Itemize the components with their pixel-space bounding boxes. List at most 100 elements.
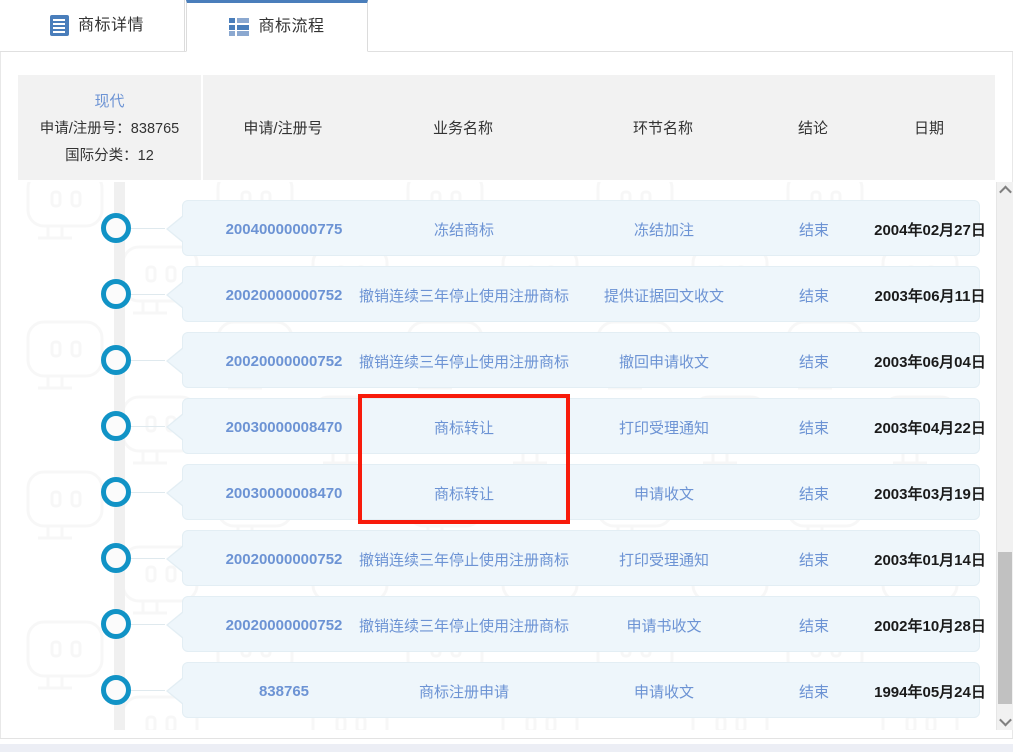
timeline-connector bbox=[131, 558, 165, 559]
timeline-connector bbox=[131, 492, 165, 493]
cell-application-number[interactable]: 20040000000775 bbox=[204, 201, 364, 257]
timeline-node-circle[interactable] bbox=[101, 477, 131, 507]
table-row[interactable]: 838765 商标注册申请 申请收文 结束 1994年05月24日 bbox=[166, 662, 986, 719]
cell-step-name[interactable]: 撤回申请收文 bbox=[564, 333, 764, 389]
cell-step-name[interactable]: 打印受理通知 bbox=[564, 531, 764, 587]
cell-application-number[interactable]: 20030000008470 bbox=[204, 399, 364, 455]
cell-result: 结束 bbox=[798, 683, 829, 701]
cell-business-name[interactable]: 撤销连续三年停止使用注册商标 bbox=[359, 267, 569, 323]
process-timeline-area: 20040000000775 冻结商标 冻结加注 结束 2004年02月27日 20020… bbox=[18, 182, 995, 730]
tab-trademark-detail[interactable]: 商标详情 bbox=[10, 0, 185, 52]
international-class-line: 国际分类：12 bbox=[65, 148, 154, 164]
timeline-connector bbox=[131, 690, 165, 691]
timeline-node-circle[interactable] bbox=[101, 411, 131, 441]
timeline-node-circle[interactable] bbox=[101, 543, 131, 573]
trademark-info-card: 现代 申请/注册号：838765 国际分类：12 bbox=[18, 75, 201, 180]
cell-business-name[interactable]: 商标转让 bbox=[364, 399, 564, 455]
column-header-result: 结论 bbox=[797, 120, 828, 137]
column-header-date: 日期 bbox=[913, 120, 944, 137]
process-row-list: 20040000000775 冻结商标 冻结加注 结束 2004年02月27日 20020… bbox=[18, 182, 986, 730]
cell-business-name[interactable]: 撤销连续三年停止使用注册商标 bbox=[359, 333, 569, 389]
timeline-node-circle[interactable] bbox=[101, 213, 131, 243]
trademark-name: 现代 bbox=[94, 93, 125, 110]
timeline-connector bbox=[131, 360, 165, 361]
cell-business-name[interactable]: 撤销连续三年停止使用注册商标 bbox=[359, 531, 569, 587]
cell-step-name[interactable]: 冻结加注 bbox=[564, 201, 764, 257]
panel-left-edge bbox=[0, 52, 1, 738]
table-row[interactable]: 20020000000752 撤销连续三年停止使用注册商标 打印受理通知 结束 2003… bbox=[166, 530, 986, 587]
bubble-pointer-fill bbox=[168, 480, 184, 506]
bubble-pointer-fill bbox=[168, 612, 184, 638]
cell-application-number[interactable]: 20030000008470 bbox=[204, 465, 364, 521]
document-detail-icon bbox=[49, 15, 69, 36]
cell-result: 结束 bbox=[798, 221, 829, 239]
table-row[interactable]: 20020000000752 撤销连续三年停止使用注册商标 申请书收文 结束 2002年… bbox=[166, 596, 986, 653]
table-row[interactable]: 20030000008470 商标转让 申请收文 结束 2003年03月19日 bbox=[166, 464, 986, 521]
timeline-node-circle[interactable] bbox=[101, 279, 131, 309]
cell-result: 结束 bbox=[798, 551, 829, 569]
column-headers: 申请/注册号 业务名称 环节名称 结论 日期 bbox=[203, 75, 995, 180]
table-header-strip: 现代 申请/注册号：838765 国际分类：12 申请/注册号 业务名称 环节名… bbox=[18, 75, 995, 180]
cell-result: 结束 bbox=[798, 419, 829, 437]
cell-step-name[interactable]: 申请收文 bbox=[564, 663, 764, 719]
cell-business-name[interactable]: 商标注册申请 bbox=[364, 663, 564, 719]
scrollbar-thumb[interactable] bbox=[998, 552, 1012, 704]
timeline-node-circle[interactable] bbox=[101, 345, 131, 375]
table-row[interactable]: 20020000000752 撤销连续三年停止使用注册商标 撤回申请收文 结束 2003… bbox=[166, 332, 986, 389]
bubble-pointer-fill bbox=[168, 348, 184, 374]
cell-business-name[interactable]: 冻结商标 bbox=[364, 201, 564, 257]
tab-trademark-detail-label: 商标详情 bbox=[77, 16, 144, 34]
bubble-pointer-fill bbox=[168, 282, 184, 308]
cell-business-name[interactable]: 商标转让 bbox=[364, 465, 564, 521]
timeline-node-circle[interactable] bbox=[101, 609, 131, 639]
bubble-pointer-fill bbox=[168, 678, 184, 704]
bubble-pointer-fill bbox=[168, 216, 184, 242]
cell-application-number[interactable]: 20020000000752 bbox=[204, 531, 364, 587]
tab-bar: 商标详情 商标流程 bbox=[0, 0, 1013, 52]
cell-result: 结束 bbox=[798, 353, 829, 371]
timeline-connector bbox=[131, 426, 165, 427]
cell-application-number[interactable]: 838765 bbox=[204, 663, 364, 719]
cell-application-number[interactable]: 20020000000752 bbox=[204, 333, 364, 389]
column-header-step: 环节名称 bbox=[632, 120, 693, 137]
cell-result: 结束 bbox=[798, 617, 829, 635]
cell-result: 结束 bbox=[798, 485, 829, 503]
cell-date: 2002年10月28日 bbox=[874, 617, 986, 635]
cell-date: 2003年06月04日 bbox=[874, 353, 986, 371]
table-row[interactable]: 20040000000775 冻结商标 冻结加注 结束 2004年02月27日 bbox=[166, 200, 986, 257]
bubble-pointer-fill bbox=[168, 414, 184, 440]
cell-application-number[interactable]: 20020000000752 bbox=[204, 597, 364, 653]
table-row[interactable]: 20030000008470 商标转让 打印受理通知 结束 2003年04月22日 bbox=[166, 398, 986, 455]
cell-date: 2003年04月22日 bbox=[874, 419, 986, 437]
column-header-business: 业务名称 bbox=[432, 120, 493, 137]
timeline-node-circle[interactable] bbox=[101, 675, 131, 705]
timeline-connector bbox=[131, 228, 165, 229]
application-number-line: 申请/注册号：838765 bbox=[39, 121, 180, 137]
timeline-connector bbox=[131, 624, 165, 625]
cell-step-name[interactable]: 申请收文 bbox=[564, 465, 764, 521]
tab-trademark-process[interactable]: 商标流程 bbox=[186, 0, 368, 52]
scroll-up-arrow[interactable] bbox=[997, 182, 1013, 199]
cell-step-name[interactable]: 打印受理通知 bbox=[564, 399, 764, 455]
process-list-icon bbox=[229, 18, 250, 36]
timeline-connector bbox=[131, 294, 165, 295]
bottom-band bbox=[0, 744, 1013, 752]
cell-date: 2004年02月27日 bbox=[874, 221, 986, 239]
vertical-scrollbar[interactable] bbox=[996, 182, 1013, 730]
cell-date: 2003年03月19日 bbox=[874, 485, 986, 503]
chevron-up-icon bbox=[998, 185, 1012, 199]
cell-business-name[interactable]: 撤销连续三年停止使用注册商标 bbox=[359, 597, 569, 653]
bubble-pointer-fill bbox=[168, 546, 184, 572]
cell-result: 结束 bbox=[798, 287, 829, 305]
cell-date: 2003年01月14日 bbox=[874, 551, 986, 569]
cell-application-number[interactable]: 20020000000752 bbox=[204, 267, 364, 323]
chevron-down-icon bbox=[998, 713, 1012, 727]
table-row[interactable]: 20020000000752 撤销连续三年停止使用注册商标 提供证据回文收文 结束 20… bbox=[166, 266, 985, 323]
bottom-divider bbox=[0, 738, 1013, 739]
cell-step-name[interactable]: 提供证据回文收文 bbox=[564, 267, 764, 323]
cell-date: 2003年06月11日 bbox=[874, 287, 986, 305]
cell-step-name[interactable]: 申请书收文 bbox=[564, 597, 764, 653]
column-header-number: 申请/注册号 bbox=[243, 120, 323, 137]
scroll-down-arrow[interactable] bbox=[997, 713, 1013, 730]
tab-trademark-process-label: 商标流程 bbox=[258, 18, 325, 35]
